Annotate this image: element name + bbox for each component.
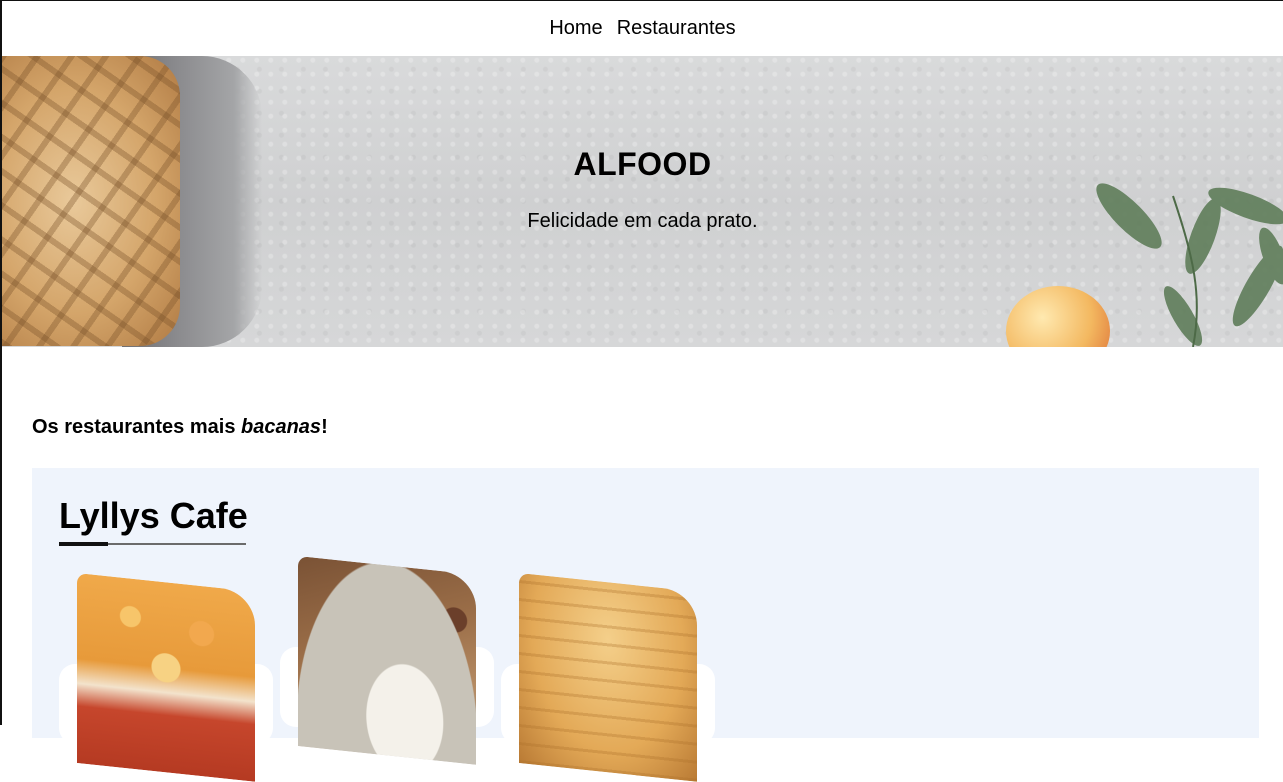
nav-link-home[interactable]: Home	[549, 17, 602, 40]
hero-title: ALFOOD	[573, 146, 712, 182]
dish-image-lasagna[interactable]	[77, 573, 255, 782]
dish-image-rice-plate[interactable]	[298, 556, 476, 765]
dish-image-savory-pie[interactable]	[519, 573, 697, 782]
section-heading-suffix: !	[321, 416, 328, 438]
section-heading-prefix: Os restaurantes mais	[32, 416, 241, 438]
nav-link-restaurantes[interactable]: Restaurantes	[617, 17, 736, 40]
hero-subtitle: Felicidade em cada prato.	[527, 210, 758, 232]
restaurant-name-underline-accent	[59, 542, 108, 546]
section-heading: Os restaurantes mais bacanas!	[32, 416, 328, 439]
restaurant-name: Lyllys Cafe	[59, 495, 248, 536]
hero-text: ALFOOD Felicidade em cada prato.	[2, 56, 1283, 347]
top-navigation: Home Restaurantes	[2, 1, 1283, 56]
restaurant-card: Lyllys Cafe	[32, 468, 1259, 782]
hero-banner: ALFOOD Felicidade em cada prato.	[2, 56, 1283, 347]
section-heading-emphasis: bacanas	[241, 416, 322, 438]
